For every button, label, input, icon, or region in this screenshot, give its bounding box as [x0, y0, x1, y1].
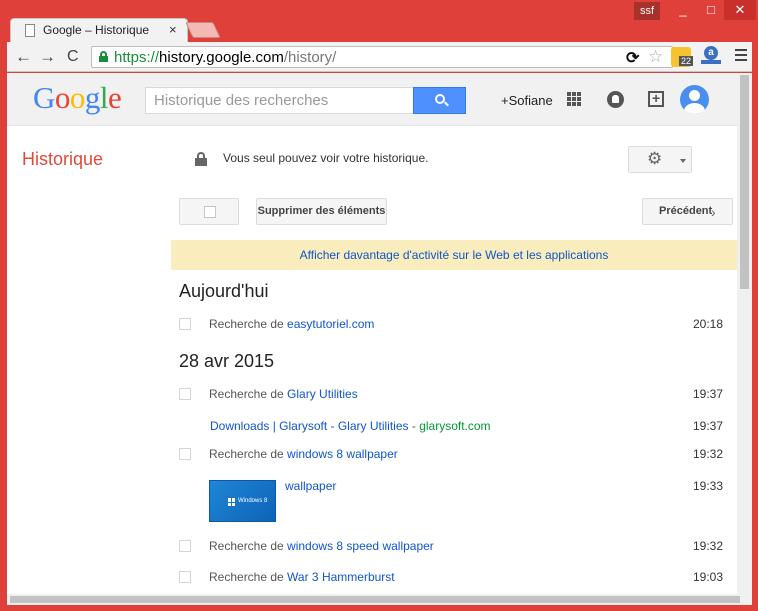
extension-icon[interactable]: a — [701, 46, 721, 66]
timestamp: 19:33 — [692, 479, 723, 493]
extension-icon[interactable]: 22 — [671, 47, 694, 67]
google-header: Google Historique des recherches +Sofian… — [7, 73, 737, 126]
settings-button[interactable]: ⚙ — [628, 146, 692, 173]
reload-icon[interactable]: C — [67, 47, 79, 67]
search-input[interactable]: Historique des recherches — [145, 87, 414, 114]
horizontal-scrollbar[interactable] — [7, 594, 752, 605]
list-item: Downloads | Glarysoft - Glary Utilities … — [210, 419, 723, 433]
search-link[interactable]: windows 8 wallpaper — [287, 447, 398, 461]
lock-icon — [195, 152, 207, 166]
delete-items-button[interactable]: Supprimer des éléments — [256, 198, 387, 225]
item-checkbox[interactable] — [179, 448, 191, 460]
lock-icon — [99, 51, 108, 62]
activity-banner-link[interactable]: Afficher davantage d'activité sur le Web… — [171, 240, 737, 270]
close-window-button[interactable]: ✕ — [724, 0, 756, 20]
tab-historique[interactable]: Google – Historique × — [10, 18, 188, 42]
search-button[interactable] — [413, 87, 466, 114]
maximize-button[interactable]: □ — [698, 0, 724, 20]
day-header: 28 avr 2015 — [179, 351, 275, 371]
google-logo[interactable]: Google — [33, 80, 122, 116]
item-checkbox[interactable] — [179, 571, 191, 583]
timestamp: 19:32 — [692, 539, 723, 553]
previous-button[interactable]: Précédent › — [642, 198, 733, 225]
search-link[interactable]: War 3 Hammerburst — [287, 570, 395, 584]
image-link[interactable]: wallpaper — [285, 479, 336, 493]
wallpaper-thumbnail[interactable]: Windows 8 — [209, 480, 276, 522]
timestamp: 19:37 — [692, 387, 723, 401]
search-link[interactable]: easytutoriel.com — [287, 317, 374, 331]
windows-logo-icon — [228, 498, 236, 506]
select-all-checkbox[interactable] — [204, 206, 216, 218]
page-icon — [25, 24, 35, 37]
privacy-notice: Vous seul pouvez voir votre historique. — [223, 151, 429, 165]
gear-icon: ⚙ — [647, 149, 663, 168]
tab-title: Google – Historique — [43, 23, 150, 37]
forward-icon[interactable]: → — [39, 47, 56, 67]
timestamp: 19:37 — [692, 419, 723, 433]
list-item: Recherche de windows 8 speed wallpaper 1… — [179, 537, 732, 557]
address-bar[interactable]: https://history.google.com/history/ ⟳ ☆ — [91, 46, 673, 68]
page-domain: glarysoft.com — [419, 419, 491, 433]
list-item: Recherche de War 3 Hammerburst 19:03 — [179, 568, 732, 588]
sync-icon[interactable]: ⟳ — [626, 48, 639, 68]
page-content: Google Historique des recherches +Sofian… — [7, 73, 737, 594]
avatar[interactable] — [680, 85, 709, 114]
timestamp: 20:18 — [692, 317, 723, 331]
new-tab-button[interactable] — [185, 22, 221, 38]
item-checkbox[interactable] — [179, 540, 191, 552]
browser-toolbar: ← → C https://history.google.com/history… — [7, 42, 752, 72]
bookmark-star-icon[interactable]: ☆ — [648, 47, 663, 67]
list-item: Recherche de windows 8 wallpaper 19:32 — [179, 445, 732, 465]
browser-window: ssf _ □ ✕ Google – Historique × ← → C ht… — [0, 0, 758, 611]
item-checkbox[interactable] — [179, 318, 191, 330]
chevron-right-icon: › — [711, 204, 716, 220]
search-link[interactable]: windows 8 speed wallpaper — [287, 539, 434, 553]
user-link[interactable]: +Sofiane — [501, 93, 553, 108]
search-link[interactable]: Glary Utilities — [287, 387, 358, 401]
timestamp: 19:03 — [692, 570, 723, 584]
list-item: Recherche de Glary Utilities 19:37 — [179, 385, 732, 405]
url-text: https://history.google.com/history/ — [114, 49, 337, 66]
timestamp: 19:32 — [692, 447, 723, 461]
list-item: Recherche de easytutoriel.com 20:18 — [179, 315, 732, 335]
item-checkbox[interactable] — [179, 388, 191, 400]
apps-grid-icon[interactable] — [567, 92, 581, 106]
page-link[interactable]: Downloads | Glarysoft - Glary Utilities — [210, 419, 409, 433]
back-icon[interactable]: ← — [15, 47, 32, 67]
vertical-scrollbar[interactable] — [737, 73, 752, 594]
day-header: Aujourd'hui — [179, 281, 269, 301]
extension-badge: 22 — [679, 56, 694, 66]
select-all-button[interactable] — [179, 198, 239, 225]
notifications-icon[interactable] — [607, 91, 624, 108]
share-icon[interactable] — [648, 90, 664, 107]
page-title: Historique — [22, 149, 104, 169]
profile-badge[interactable]: ssf — [634, 2, 660, 20]
chevron-down-icon — [680, 159, 686, 163]
menu-icon[interactable] — [735, 49, 747, 61]
minimize-button[interactable]: _ — [670, 0, 696, 20]
tab-close-icon[interactable]: × — [169, 22, 177, 37]
